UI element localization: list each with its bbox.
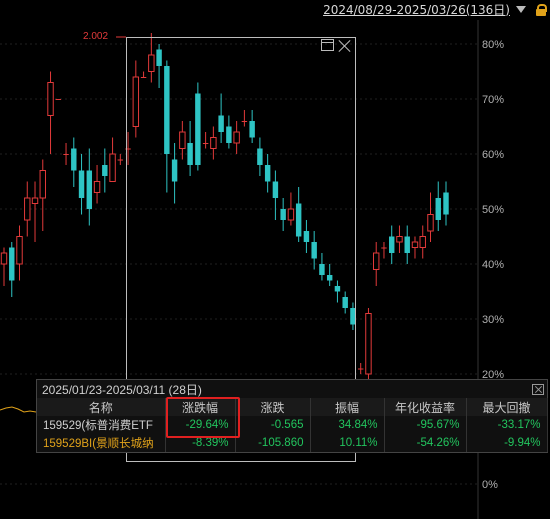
candle xyxy=(78,154,85,215)
candle-body xyxy=(102,165,108,176)
stats-table: 名称 涨跌幅 涨跌 振幅 年化收益率 最大回撤 159529(标普消费ETF -… xyxy=(37,398,548,452)
candle xyxy=(435,181,441,231)
candle-body xyxy=(357,368,364,370)
candle-body xyxy=(0,252,8,265)
row-max-drawdown: -33.17% xyxy=(466,416,548,434)
y-tick-label: 0% xyxy=(482,479,498,491)
candle-body xyxy=(47,82,54,116)
candle-body xyxy=(24,197,31,221)
row-amplitude: 10.11% xyxy=(310,434,385,452)
table-row[interactable]: 159529BI(景顺长城纳 -8.39% -105.860 10.11% -5… xyxy=(37,434,548,452)
row-annual-return: -95.67% xyxy=(384,416,467,434)
stats-panel: 2025/01/23-2025/03/11 (28日) 名称 涨跌幅 涨跌 振幅… xyxy=(36,379,548,453)
window-icon[interactable] xyxy=(321,39,334,51)
candle-body xyxy=(427,214,434,232)
candle-body xyxy=(86,170,93,209)
candle-body xyxy=(117,159,124,161)
candle-body xyxy=(71,148,77,171)
chevron-down-icon[interactable] xyxy=(516,5,526,13)
candle-body xyxy=(381,247,387,249)
candle-body xyxy=(78,170,85,198)
col-annual-return[interactable]: 年化收益率 xyxy=(384,398,467,416)
y-tick-label: 80% xyxy=(482,39,504,51)
toolbar: 2024/08/29-2025/03/26(136日) xyxy=(323,0,550,18)
highlight-box xyxy=(166,397,240,438)
candle xyxy=(55,99,61,100)
candle-body xyxy=(9,247,15,281)
candle xyxy=(381,242,387,259)
row-name: 159529(标普消费ETF xyxy=(37,416,166,434)
candle-body xyxy=(443,192,449,215)
candle-body xyxy=(31,197,39,204)
candle-body xyxy=(93,181,101,193)
col-name[interactable]: 名称 xyxy=(37,398,166,416)
candle xyxy=(16,225,23,281)
stats-header-row: 名称 涨跌幅 涨跌 振幅 年化收益率 最大回撤 xyxy=(37,398,548,416)
candle xyxy=(372,242,380,286)
candle-body xyxy=(372,252,380,270)
candle xyxy=(109,137,116,182)
row-max-drawdown: -9.94% xyxy=(466,434,548,452)
stats-period-title: 2025/01/23-2025/03/11 (28日) xyxy=(42,382,202,397)
candle xyxy=(0,247,8,286)
col-max-drawdown[interactable]: 最大回撤 xyxy=(466,398,548,416)
close-icon[interactable] xyxy=(338,39,352,53)
candle xyxy=(117,154,124,165)
candle-body xyxy=(63,154,69,155)
row-annual-return: -54.26% xyxy=(384,434,467,452)
candle-body xyxy=(109,153,116,182)
candle-body xyxy=(365,313,372,375)
y-tick-label: 30% xyxy=(482,314,504,326)
lock-icon[interactable] xyxy=(536,4,547,16)
candle xyxy=(419,225,426,259)
candle-body xyxy=(435,198,441,220)
y-tick-label: 40% xyxy=(482,259,504,271)
row-change: -0.565 xyxy=(235,416,311,434)
row-change: -105.860 xyxy=(235,434,311,452)
row-name: 159529BI(景顺长城纳 xyxy=(37,434,166,452)
candle xyxy=(389,225,395,264)
candle xyxy=(31,181,39,242)
y-tick-label: 60% xyxy=(482,149,504,161)
candle-body xyxy=(39,170,46,199)
max-price-label: 2.002 xyxy=(83,31,109,42)
selection-tools xyxy=(321,39,352,53)
candle xyxy=(39,159,46,231)
table-row[interactable]: 159529(标普消费ETF -29.64% -0.565 34.84% -95… xyxy=(37,416,548,434)
candle-body xyxy=(55,99,61,100)
candle-body xyxy=(16,236,23,265)
candle xyxy=(86,148,93,226)
candle xyxy=(9,242,15,297)
candle-body xyxy=(396,236,403,243)
candle-body xyxy=(411,241,419,248)
comparison-line xyxy=(0,406,36,413)
candle xyxy=(396,225,403,253)
candle xyxy=(47,71,54,154)
candle xyxy=(24,181,31,237)
candle xyxy=(63,143,69,165)
panel-close-icon[interactable] xyxy=(532,383,544,395)
candle xyxy=(443,181,449,226)
candle-body xyxy=(419,236,426,248)
y-tick-label: 70% xyxy=(482,94,504,106)
candle xyxy=(71,137,77,187)
candle xyxy=(411,236,419,259)
stats-panel-header: 2025/01/23-2025/03/11 (28日) xyxy=(37,380,547,398)
candle-body xyxy=(404,236,410,253)
candle xyxy=(404,225,410,264)
candle xyxy=(93,165,101,204)
candle xyxy=(102,148,108,193)
date-range-link[interactable]: 2024/08/29-2025/03/26(136日) xyxy=(323,1,510,18)
candle xyxy=(357,363,364,374)
candle-body xyxy=(389,236,395,253)
candle xyxy=(427,192,434,242)
col-change[interactable]: 涨跌 xyxy=(235,398,311,416)
y-tick-label: 50% xyxy=(482,204,504,216)
row-amplitude: 34.84% xyxy=(310,416,385,434)
candle xyxy=(365,308,372,385)
col-amplitude[interactable]: 振幅 xyxy=(310,398,385,416)
